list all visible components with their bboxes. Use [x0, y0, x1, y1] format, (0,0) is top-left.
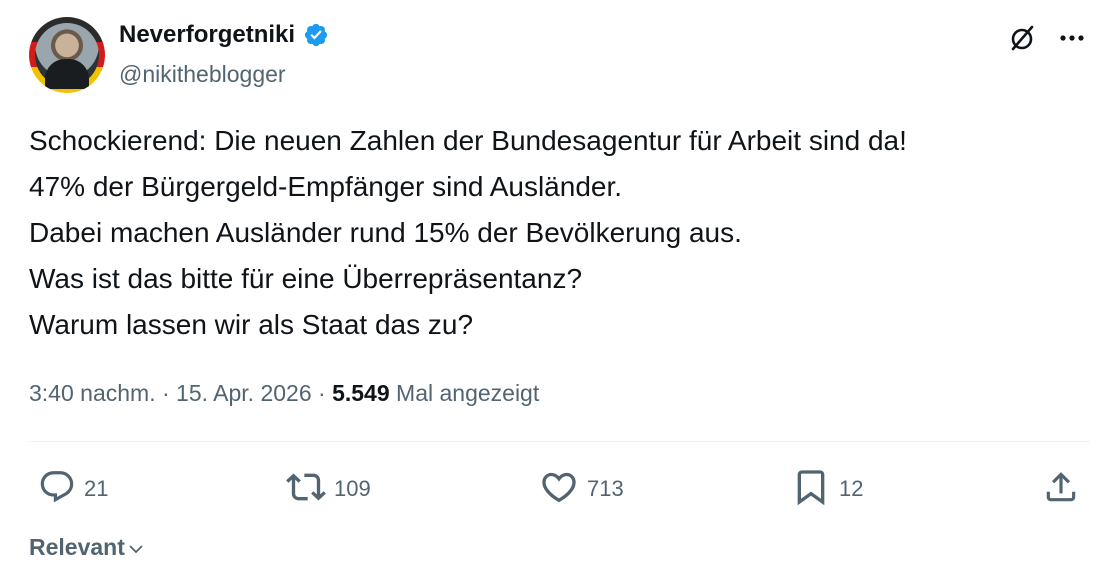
author-name-row: Neverforgetniki	[119, 19, 329, 51]
tweet-card: Neverforgetniki @nikitheblogger Schockie…	[0, 0, 1113, 578]
divider	[29, 441, 1090, 442]
tweet-text: Schockierend: Die neuen Zahlen der Bunde…	[29, 118, 1089, 348]
avatar-figure	[45, 59, 89, 89]
meta-separator: ·	[318, 380, 326, 406]
grok-icon[interactable]	[1004, 20, 1040, 56]
bookmark-count: 12	[839, 476, 864, 501]
action-bar: 21 109 713 12	[0, 464, 1113, 514]
sort-label: Relevant	[29, 534, 125, 560]
share-icon	[1042, 468, 1080, 511]
bookmark-icon	[791, 467, 831, 512]
tweet-line: Warum lassen wir als Staat das zu?	[29, 309, 474, 340]
heart-icon	[539, 467, 579, 512]
author-handle[interactable]: @nikitheblogger	[119, 59, 286, 89]
more-icon[interactable]	[1054, 20, 1090, 56]
reply-icon	[38, 468, 76, 511]
views-label[interactable]: Mal angezeigt	[396, 380, 539, 406]
tweet-time[interactable]: 3:40 nachm.	[29, 380, 156, 406]
author-display-name[interactable]: Neverforgetniki	[119, 19, 295, 51]
tweet-date[interactable]: 15. Apr. 2026	[176, 380, 312, 406]
verified-badge-icon[interactable]	[303, 22, 329, 48]
reply-count: 21	[84, 476, 109, 501]
sort-replies-dropdown[interactable]: Relevant	[29, 531, 145, 563]
reply-button[interactable]: 21	[38, 464, 108, 514]
tweet-line: 47% der Bürgergeld-Empfänger sind Auslän…	[29, 171, 623, 202]
tweet-line: Dabei machen Ausländer rund 15% der Bevö…	[29, 217, 742, 248]
chevron-down-icon	[129, 545, 143, 554]
avatar[interactable]	[29, 17, 105, 93]
tweet-line: Schockierend: Die neuen Zahlen der Bunde…	[29, 125, 907, 156]
share-button[interactable]	[1042, 464, 1080, 514]
tweet-meta: 3:40 nachm. · 15. Apr. 2026 · 5.549 Mal …	[29, 374, 539, 412]
bookmark-button[interactable]: 12	[791, 464, 863, 514]
meta-separator: ·	[161, 380, 170, 406]
like-button[interactable]: 713	[539, 464, 624, 514]
views-count[interactable]: 5.549	[332, 380, 390, 406]
repost-count: 109	[334, 476, 371, 501]
repost-icon	[286, 467, 326, 512]
like-count: 713	[587, 476, 624, 501]
tweet-line: Was ist das bitte für eine Überrepräsent…	[29, 263, 583, 294]
repost-button[interactable]: 109	[286, 464, 371, 514]
